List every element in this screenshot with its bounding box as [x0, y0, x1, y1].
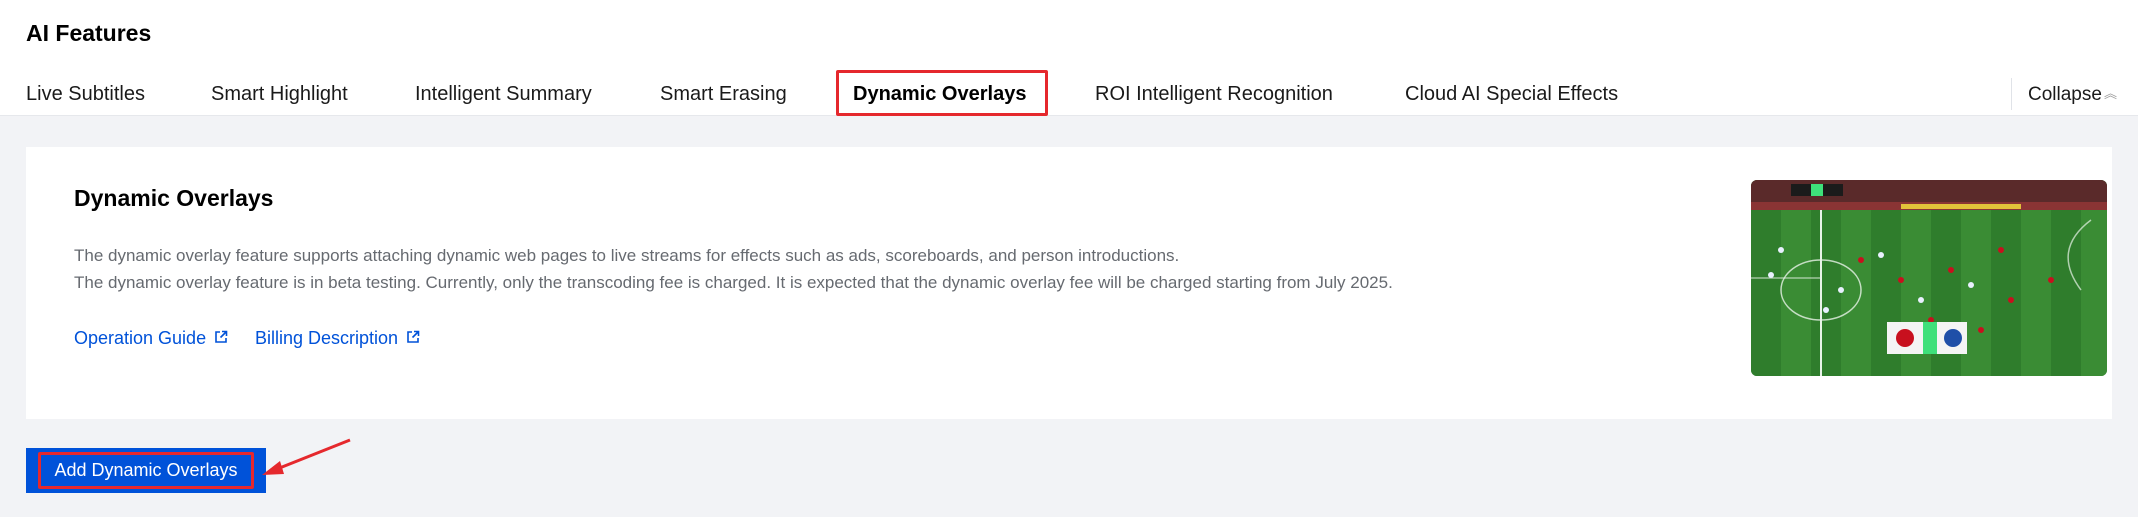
tab-smart-erasing[interactable]: Smart Erasing	[660, 83, 787, 106]
billing-description-link[interactable]: Billing Description	[255, 328, 420, 349]
tab-smart-highlight[interactable]: Smart Highlight	[211, 83, 348, 106]
chevron-up-icon: ︽	[2103, 86, 2117, 101]
tab-roi-intelligent-recognition[interactable]: ROI Intelligent Recognition	[1095, 83, 1333, 106]
billing-description-label: Billing Description	[255, 328, 399, 348]
collapse-button[interactable]: Collapse ︽	[2028, 83, 2117, 106]
pitch-illustration	[1751, 180, 2107, 376]
tab-live-subtitles[interactable]: Live Subtitles	[26, 83, 145, 106]
tab-dynamic-overlays[interactable]: Dynamic Overlays	[853, 83, 1026, 106]
collapse-divider	[2011, 78, 2012, 110]
description-line-2: The dynamic overlay feature is in beta t…	[74, 273, 1393, 292]
operation-guide-link[interactable]: Operation Guide	[74, 328, 228, 349]
add-dynamic-overlays-button[interactable]: Add Dynamic Overlays	[26, 448, 266, 493]
description-line-1: The dynamic overlay feature supports att…	[74, 246, 1180, 265]
operation-guide-label: Operation Guide	[74, 328, 207, 348]
feature-tabs: Live Subtitles Smart Highlight Intellige…	[0, 70, 2138, 116]
card-title: Dynamic Overlays	[74, 185, 274, 211]
pointer-arrow	[262, 438, 351, 475]
tab-intelligent-summary[interactable]: Intelligent Summary	[415, 83, 592, 106]
tab-cloud-ai-special-effects[interactable]: Cloud AI Special Effects	[1405, 83, 1618, 106]
page-title: AI Features	[26, 20, 152, 46]
collapse-label: Collapse	[2028, 84, 2102, 105]
external-link-icon	[407, 330, 420, 343]
feature-card: Dynamic Overlays The dynamic overlay fea…	[26, 147, 2112, 419]
football-match-thumbnail	[1751, 180, 2107, 376]
page-header: AI Features Live Subtitles Smart Highlig…	[0, 0, 2138, 116]
external-link-icon	[215, 330, 228, 343]
